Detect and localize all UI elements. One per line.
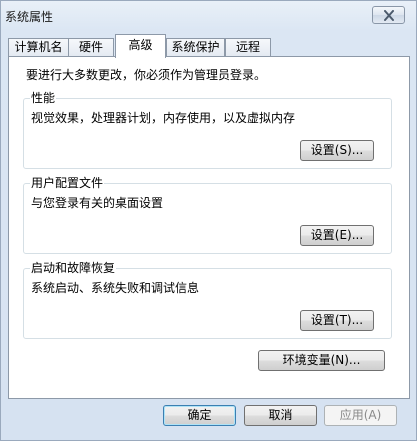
user-profiles-description: 与您登录有关的桌面设置 <box>31 196 164 210</box>
window-title: 系统属性 <box>5 10 54 24</box>
system-properties-window: 系统属性 计算机名 硬件 高级 系统保护 远程 要进行大多数更改，你必须作为管理… <box>0 0 417 441</box>
startup-recovery-title: 启动和故障恢复 <box>30 261 117 275</box>
close-icon <box>384 10 394 21</box>
startup-recovery-settings-button[interactable]: 设置(T)... <box>300 310 374 331</box>
tab-advanced[interactable]: 高级 <box>115 34 166 58</box>
admin-notice: 要进行大多数更改，你必须作为管理员登录。 <box>26 68 267 82</box>
performance-group: 性能 视觉效果，处理器计划，内存使用，以及虚拟内存 设置(S)... <box>23 91 392 169</box>
advanced-tab-panel: 要进行大多数更改，你必须作为管理员登录。 性能 视觉效果，处理器计划，内存使用，… <box>8 56 410 399</box>
title-bar[interactable]: 系统属性 <box>1 1 416 31</box>
tab-hardware[interactable]: 硬件 <box>68 38 114 56</box>
tab-remote[interactable]: 远程 <box>225 38 271 56</box>
apply-button[interactable]: 应用(A) <box>324 405 397 426</box>
startup-recovery-description: 系统启动、系统失败和调试信息 <box>31 281 200 295</box>
environment-variables-button[interactable]: 环境变量(N)... <box>258 350 385 371</box>
tab-system-protection[interactable]: 系统保护 <box>166 38 225 56</box>
cancel-button[interactable]: 取消 <box>244 405 317 426</box>
user-profiles-title: 用户配置文件 <box>30 176 105 190</box>
user-profiles-group: 用户配置文件 与您登录有关的桌面设置 设置(E)... <box>23 176 392 254</box>
ok-button[interactable]: 确定 <box>163 405 236 426</box>
performance-description: 视觉效果，处理器计划，内存使用，以及虚拟内存 <box>31 111 296 125</box>
performance-settings-button[interactable]: 设置(S)... <box>300 140 374 161</box>
user-profiles-settings-button[interactable]: 设置(E)... <box>300 225 374 246</box>
tab-computer-name[interactable]: 计算机名 <box>8 38 69 56</box>
close-button[interactable] <box>372 6 405 24</box>
startup-recovery-group: 启动和故障恢复 系统启动、系统失败和调试信息 设置(T)... <box>23 261 392 339</box>
performance-title: 性能 <box>30 91 57 105</box>
